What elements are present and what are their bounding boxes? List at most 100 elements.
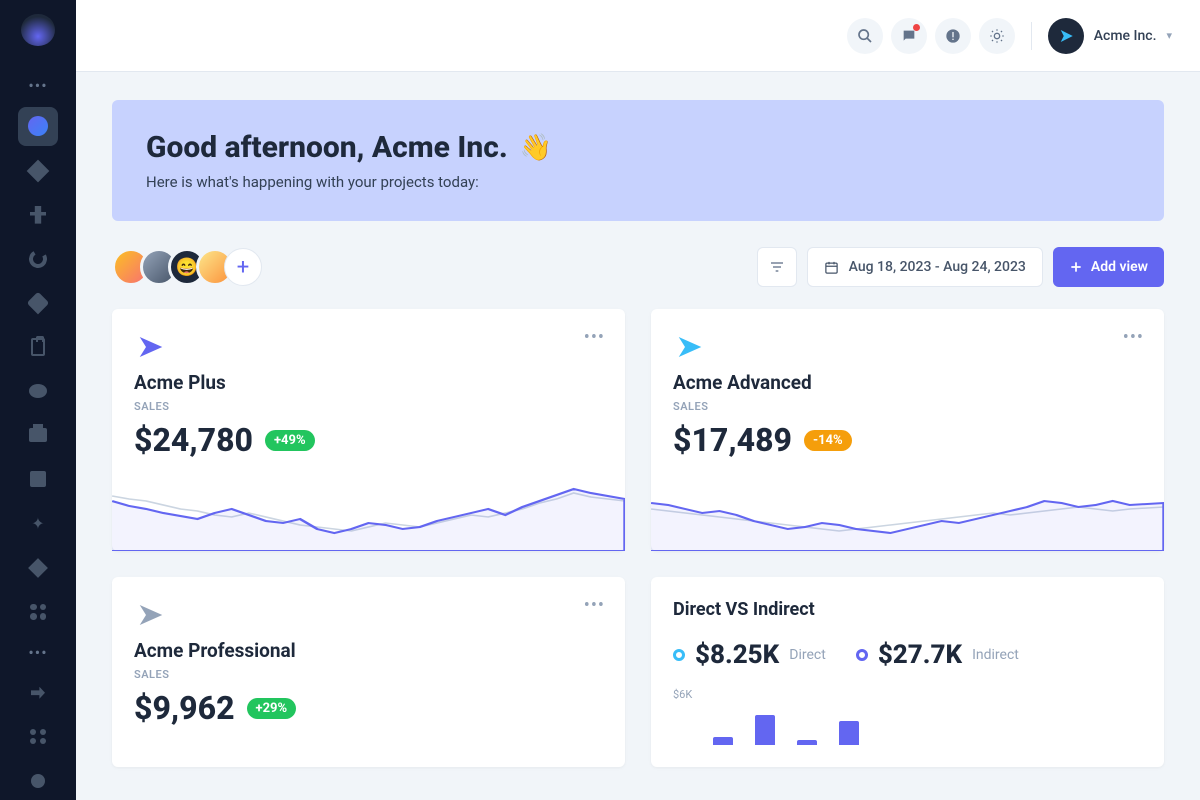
org-switcher[interactable]: Acme Inc. ▾ [1048,18,1172,54]
plus-icon [1069,260,1083,274]
sidebar-item-tree[interactable] [18,718,58,756]
search-icon [857,28,873,44]
y-axis-label: $6K [673,688,1142,701]
star-icon [28,558,48,578]
ball-icon [31,774,45,788]
card-value: $9,962 [134,689,235,727]
date-range-label: Aug 18, 2023 - Aug 24, 2023 [849,259,1026,275]
bar [755,715,775,745]
app-logo[interactable] [21,14,55,46]
apps-icon [30,604,46,620]
tree-icon [30,729,46,745]
sidebar-more-icon[interactable]: ••• [28,76,47,95]
topbar: Acme Inc. ▾ [76,0,1200,72]
sparkline-chart [112,471,625,551]
legend-label: Direct [789,647,826,663]
legend-value: $8.25K [695,640,779,670]
alert-icon [945,28,961,44]
card-value: $17,489 [673,421,792,459]
arrow-icon [134,600,168,630]
card-title: Acme Professional [134,639,603,662]
sidebar-item-calendar[interactable] [18,460,58,498]
legend-label: Indirect [972,647,1019,663]
pie-chart-icon [27,248,49,270]
messages-button[interactable] [891,18,927,54]
sidebar-item-edit[interactable] [18,284,58,322]
sales-card-acme-plus: ••• Acme Plus SALES $24,780 +49% [112,309,625,551]
dvi-legend: $8.25K Direct $27.7K Indirect [673,640,1142,670]
sidebar-item-exit[interactable] [18,674,58,712]
theme-button[interactable] [979,18,1015,54]
legend-dot [673,649,685,661]
card-logo [673,331,709,363]
inbox-icon [29,428,47,442]
sidebar-item-star[interactable] [18,548,58,586]
card-label: SALES [134,668,603,681]
bar-chart [673,705,1142,745]
sidebar-item-ball[interactable] [18,762,58,800]
add-avatar-button[interactable]: + [224,248,262,286]
calendar-icon [824,260,839,275]
add-view-button[interactable]: Add view [1053,247,1164,287]
greeting-text: Good afternoon, Acme Inc. [146,130,508,165]
add-view-label: Add view [1091,259,1148,275]
bar [797,740,817,745]
filter-button[interactable] [757,247,797,287]
card-value: $24,780 [134,421,253,459]
wave-icon: 👋 [520,133,552,163]
sidebar-item-inbox[interactable] [18,416,58,454]
sidebar: ••• ✦ ••• [0,0,76,800]
org-avatar [1048,18,1084,54]
search-button[interactable] [847,18,883,54]
card-menu-button[interactable]: ••• [584,595,605,616]
alerts-button[interactable] [935,18,971,54]
greeting-banner: Good afternoon, Acme Inc. 👋 Here is what… [112,100,1164,221]
card-logo [134,599,170,631]
sidebar-item-layers[interactable] [18,152,58,190]
bar [839,721,859,745]
greeting-subtitle: Here is what's happening with your proje… [146,173,1130,191]
card-label: SALES [134,400,603,413]
direct-vs-indirect-card: Direct VS Indirect $8.25K Direct $27.7K … [651,577,1164,767]
sidebar-item-dashboard[interactable] [18,107,58,145]
sidebar-item-tasks[interactable] [18,328,58,366]
card-title: Acme Plus [134,371,603,394]
card-logo [134,331,170,363]
legend-dot [856,649,868,661]
layers-icon [27,159,50,182]
card-menu-button[interactable]: ••• [584,327,605,348]
delta-badge: +49% [265,430,315,451]
avatar-stack: 😄 + [112,248,262,286]
org-name: Acme Inc. [1094,28,1157,44]
greeting-title: Good afternoon, Acme Inc. 👋 [146,130,1130,165]
sidebar-item-analytics[interactable] [18,240,58,278]
delta-badge: -14% [804,430,852,451]
delta-badge: +29% [247,698,297,719]
dvi-title: Direct VS Indirect [673,599,1142,620]
card-label: SALES [673,400,1142,413]
dashboard-icon [28,116,48,136]
card-menu-button[interactable]: ••• [1123,327,1144,348]
people-icon [30,206,46,224]
exit-icon [31,687,45,699]
pen-icon [27,292,50,315]
sidebar-item-apps[interactable] [18,593,58,631]
arrow-icon [673,332,707,362]
sales-card-acme-advanced: ••• Acme Advanced SALES $17,489 -14% [651,309,1164,551]
sidebar-item-people[interactable] [18,196,58,234]
bar [713,737,733,745]
sales-card-acme-professional: ••• Acme Professional SALES $9,962 +29% [112,577,625,767]
sidebar-item-chat[interactable] [18,372,58,410]
sun-icon [989,28,1005,44]
sidebar-item-sparkles[interactable]: ✦ [18,504,58,542]
controls-row: 😄 + Aug 18, 2023 - Aug 24, 2023 Add view [112,247,1164,287]
date-range-button[interactable]: Aug 18, 2023 - Aug 24, 2023 [807,247,1043,287]
filter-icon [769,259,785,275]
arrow-icon [134,332,168,362]
clipboard-icon [31,338,45,356]
sidebar-more-icon-2[interactable]: ••• [28,643,47,662]
legend-value: $27.7K [878,640,962,670]
chevron-down-icon: ▾ [1166,29,1172,42]
sparkles-icon: ✦ [31,514,44,533]
content: Good afternoon, Acme Inc. 👋 Here is what… [76,72,1200,800]
